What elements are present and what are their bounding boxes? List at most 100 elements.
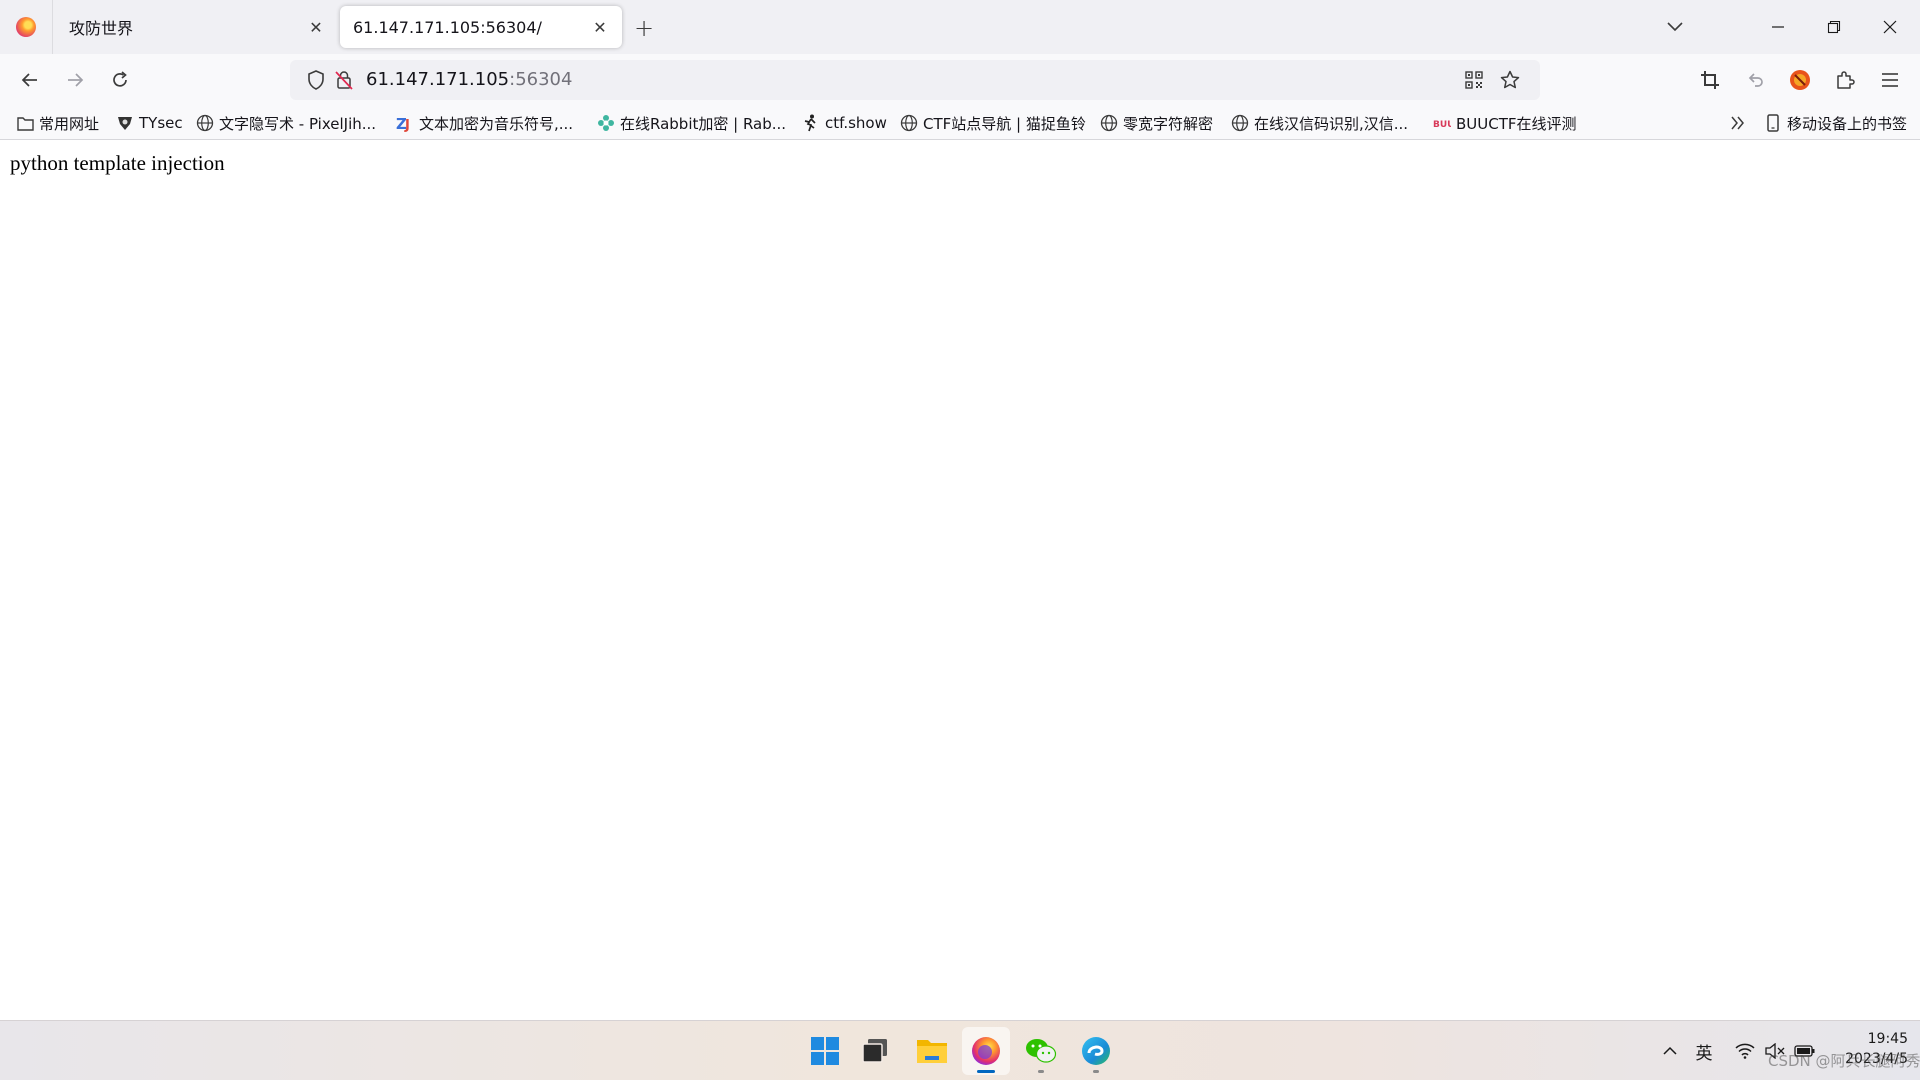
wechat-icon: [1026, 1039, 1057, 1063]
wechat-taskbar-button[interactable]: [1017, 1027, 1065, 1075]
url-text[interactable]: 61.147.171.105:56304: [366, 60, 572, 100]
firefox-taskbar-button[interactable]: [962, 1027, 1010, 1075]
wifi-icon[interactable]: [1730, 1021, 1760, 1081]
bookmark-hanxin[interactable]: 在线汉信码识别,汉信...: [1231, 106, 1408, 140]
bookmark-label: 移动设备上的书签: [1787, 114, 1908, 133]
arrow-right-icon: [68, 73, 84, 87]
new-tab-button[interactable]: +: [630, 14, 658, 42]
globe-icon: [1231, 114, 1249, 132]
globe-icon: [900, 114, 918, 132]
running-indicator: [1093, 1070, 1099, 1073]
zj-icon: ZJ: [396, 114, 414, 132]
gear-flower-icon: [597, 114, 615, 132]
crop-icon: [1701, 71, 1719, 89]
page-body-text: python template injection: [10, 151, 225, 175]
insecure-lock-icon[interactable]: [332, 68, 356, 92]
undo-button[interactable]: [1739, 64, 1771, 96]
bookmark-text-music[interactable]: ZJ 文本加密为音乐符号,...: [396, 106, 573, 140]
navigation-toolbar: 61.147.171.105:56304: [0, 54, 1920, 106]
bookmark-label: TYsec: [139, 114, 183, 132]
start-button[interactable]: [801, 1027, 849, 1075]
forward-button[interactable]: [59, 64, 91, 96]
app-menu-button[interactable]: [1874, 64, 1906, 96]
undo-arrow-icon: [1748, 73, 1763, 87]
tab-current[interactable]: 61.147.171.105:56304/ ✕: [340, 6, 622, 48]
page-content: python template injection: [0, 141, 1920, 1020]
bookmark-label: 文字隐写术 - PixelJih...: [219, 114, 377, 133]
puzzle-icon: [1837, 71, 1855, 89]
tab-strip: 攻防世界 ✕ 61.147.171.105:56304/ ✕ +: [0, 0, 1920, 54]
active-indicator: [977, 1070, 995, 1073]
mobile-phone-icon: [1764, 114, 1782, 132]
folder-icon: [16, 114, 34, 132]
edge-icon: [1082, 1037, 1110, 1065]
chevron-up-icon: [1663, 1046, 1677, 1055]
bookmark-ctf-nav[interactable]: CTF站点导航 | 猫捉鱼铃: [900, 106, 1086, 140]
close-icon[interactable]: ✕: [304, 15, 328, 39]
buu-icon: BUU: [1433, 114, 1451, 132]
close-window-button[interactable]: [1862, 0, 1918, 54]
list-all-tabs-button[interactable]: [1660, 12, 1690, 42]
screenshot-crop-button[interactable]: [1694, 64, 1726, 96]
folder-icon: [917, 1040, 947, 1063]
bookmark-label: 常用网址: [39, 114, 100, 133]
firefox-logo-icon: [16, 17, 36, 37]
url-bar[interactable]: 61.147.171.105:56304: [290, 60, 1540, 100]
back-button[interactable]: [14, 64, 46, 96]
bookmark-tysec[interactable]: TYsec: [116, 106, 183, 140]
bookmarks-overflow-button[interactable]: [1728, 106, 1748, 140]
extension-badge-icon: [1790, 70, 1810, 90]
runner-icon: [802, 114, 820, 132]
tysec-icon: [116, 114, 134, 132]
bookmark-rabbit[interactable]: 在线Rabbit加密 | Rab...: [597, 106, 786, 140]
svg-text:J: J: [404, 118, 410, 132]
bookmark-label: CTF站点导航 | 猫捉鱼铃: [923, 114, 1086, 133]
url-host: 61.147.171.105: [366, 69, 510, 90]
bookmark-zero-width[interactable]: 零宽字符解密: [1100, 106, 1213, 140]
windows-logo-icon: [811, 1037, 839, 1065]
qr-code-icon[interactable]: [1462, 68, 1486, 92]
minimize-button[interactable]: [1750, 0, 1806, 54]
input-language-indicator[interactable]: 英: [1690, 1021, 1718, 1081]
extensions-button[interactable]: [1829, 64, 1861, 96]
watermark-text: CSDN @阿兵长腿阿秀: [1768, 1052, 1920, 1070]
svg-text:BUU: BUU: [1433, 120, 1451, 129]
bookmark-label: BUUCTF在线评测: [1456, 114, 1577, 133]
tab-gongfang[interactable]: 攻防世界 ✕: [56, 6, 338, 48]
firefox-icon: [972, 1037, 1000, 1065]
file-explorer-button[interactable]: [908, 1027, 956, 1075]
bookmark-label: 在线汉信码识别,汉信...: [1254, 114, 1409, 133]
globe-icon: [196, 114, 214, 132]
task-view-icon: [862, 1039, 887, 1063]
bookmark-label: 零宽字符解密: [1123, 114, 1214, 133]
restore-icon: [1827, 20, 1841, 34]
globe-icon: [1100, 114, 1118, 132]
bookmark-label: ctf.show: [825, 114, 887, 132]
show-hidden-icons-button[interactable]: [1658, 1021, 1682, 1081]
firefox-view-button[interactable]: [0, 0, 53, 54]
bookmark-folder-common[interactable]: 常用网址: [16, 106, 99, 140]
chevron-down-icon: [1667, 22, 1683, 32]
task-view-button[interactable]: [851, 1027, 899, 1075]
clock-time: 19:45: [1867, 1031, 1908, 1047]
edge-taskbar-button[interactable]: [1072, 1027, 1120, 1075]
minimize-icon: [1772, 26, 1784, 28]
close-icon: [1883, 20, 1897, 34]
bookmark-label: 文本加密为音乐符号,...: [419, 114, 574, 133]
tab-title: 61.147.171.105:56304/: [353, 17, 542, 37]
shield-icon[interactable]: [304, 68, 328, 92]
bookmarks-toolbar: 常用网址 TYsec 文字隐写术 - PixelJih... ZJ 文本加密为音…: [0, 106, 1920, 140]
bookmark-ctfshow[interactable]: ctf.show: [802, 106, 887, 140]
restore-button[interactable]: [1806, 0, 1862, 54]
arrow-left-icon: [21, 73, 37, 87]
reload-icon: [113, 71, 127, 87]
bookmark-star-icon[interactable]: [1498, 68, 1522, 92]
close-icon[interactable]: ✕: [588, 15, 612, 39]
bookmark-buuctf[interactable]: BUU BUUCTF在线评测: [1433, 106, 1577, 140]
extension-red-button[interactable]: [1784, 64, 1816, 96]
reload-button[interactable]: [104, 64, 136, 96]
tab-title: 攻防世界: [69, 19, 134, 38]
double-chevron-right-icon: [1731, 116, 1744, 130]
mobile-bookmarks-folder[interactable]: 移动设备上的书签: [1764, 106, 1907, 140]
bookmark-pixeljihad[interactable]: 文字隐写术 - PixelJih...: [196, 106, 376, 140]
